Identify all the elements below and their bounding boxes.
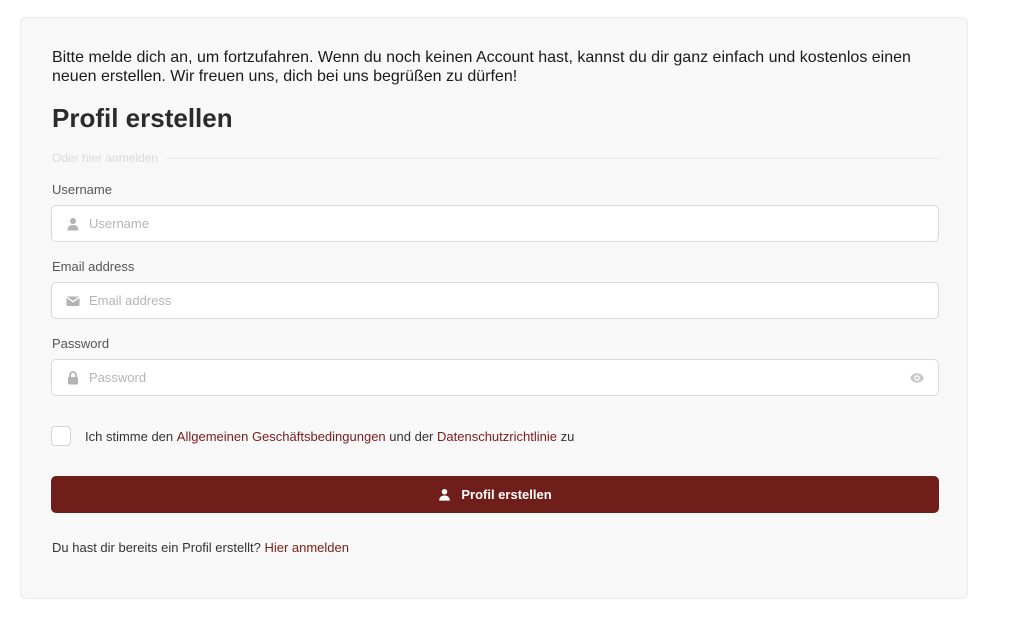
terms-prefix: Ich stimme den (85, 428, 174, 444)
username-input[interactable] (89, 206, 889, 241)
divider: Oder hier anmelden (52, 150, 940, 166)
user-icon (439, 488, 451, 501)
terms-checkbox[interactable] (51, 426, 71, 446)
password-input[interactable] (89, 360, 889, 395)
terms-link[interactable]: Allgemeinen Geschäftsbedingungen (177, 429, 386, 444)
envelope-icon (66, 296, 80, 306)
password-field[interactable] (51, 359, 939, 396)
terms-middle: und der (389, 428, 434, 444)
login-link[interactable]: Hier anmelden (264, 540, 349, 555)
terms-row: Ich stimme den Allgemeinen Geschäftsbedi… (51, 425, 574, 447)
password-label: Password (52, 336, 110, 351)
intro-text: Bitte melde dich an, um fortzufahren. We… (52, 49, 911, 85)
email-input[interactable] (89, 283, 889, 318)
username-field[interactable] (51, 205, 939, 242)
divider-label: Oder hier anmelden (52, 151, 159, 165)
email-field[interactable] (51, 282, 939, 319)
lock-icon (68, 371, 78, 385)
create-profile-button[interactable]: Profil erstellen (51, 476, 939, 513)
email-label: Email address (52, 259, 135, 274)
create-profile-label: Profil erstellen (461, 487, 552, 502)
divider-line (167, 157, 940, 159)
eye-icon[interactable] (909, 370, 925, 386)
terms-suffix: zu (560, 428, 575, 444)
page-title: Profil erstellen (52, 103, 233, 133)
user-icon (67, 218, 79, 231)
login-prompt: Du hast dir bereits ein Profil erstellt? (52, 540, 261, 555)
signup-card: Bitte melde dich an, um fortzufahren. We… (20, 17, 968, 599)
login-row: Du hast dir bereits ein Profil erstellt?… (52, 540, 349, 555)
privacy-link[interactable]: Datenschutzrichtlinie (437, 429, 557, 444)
username-label: Username (52, 182, 112, 197)
